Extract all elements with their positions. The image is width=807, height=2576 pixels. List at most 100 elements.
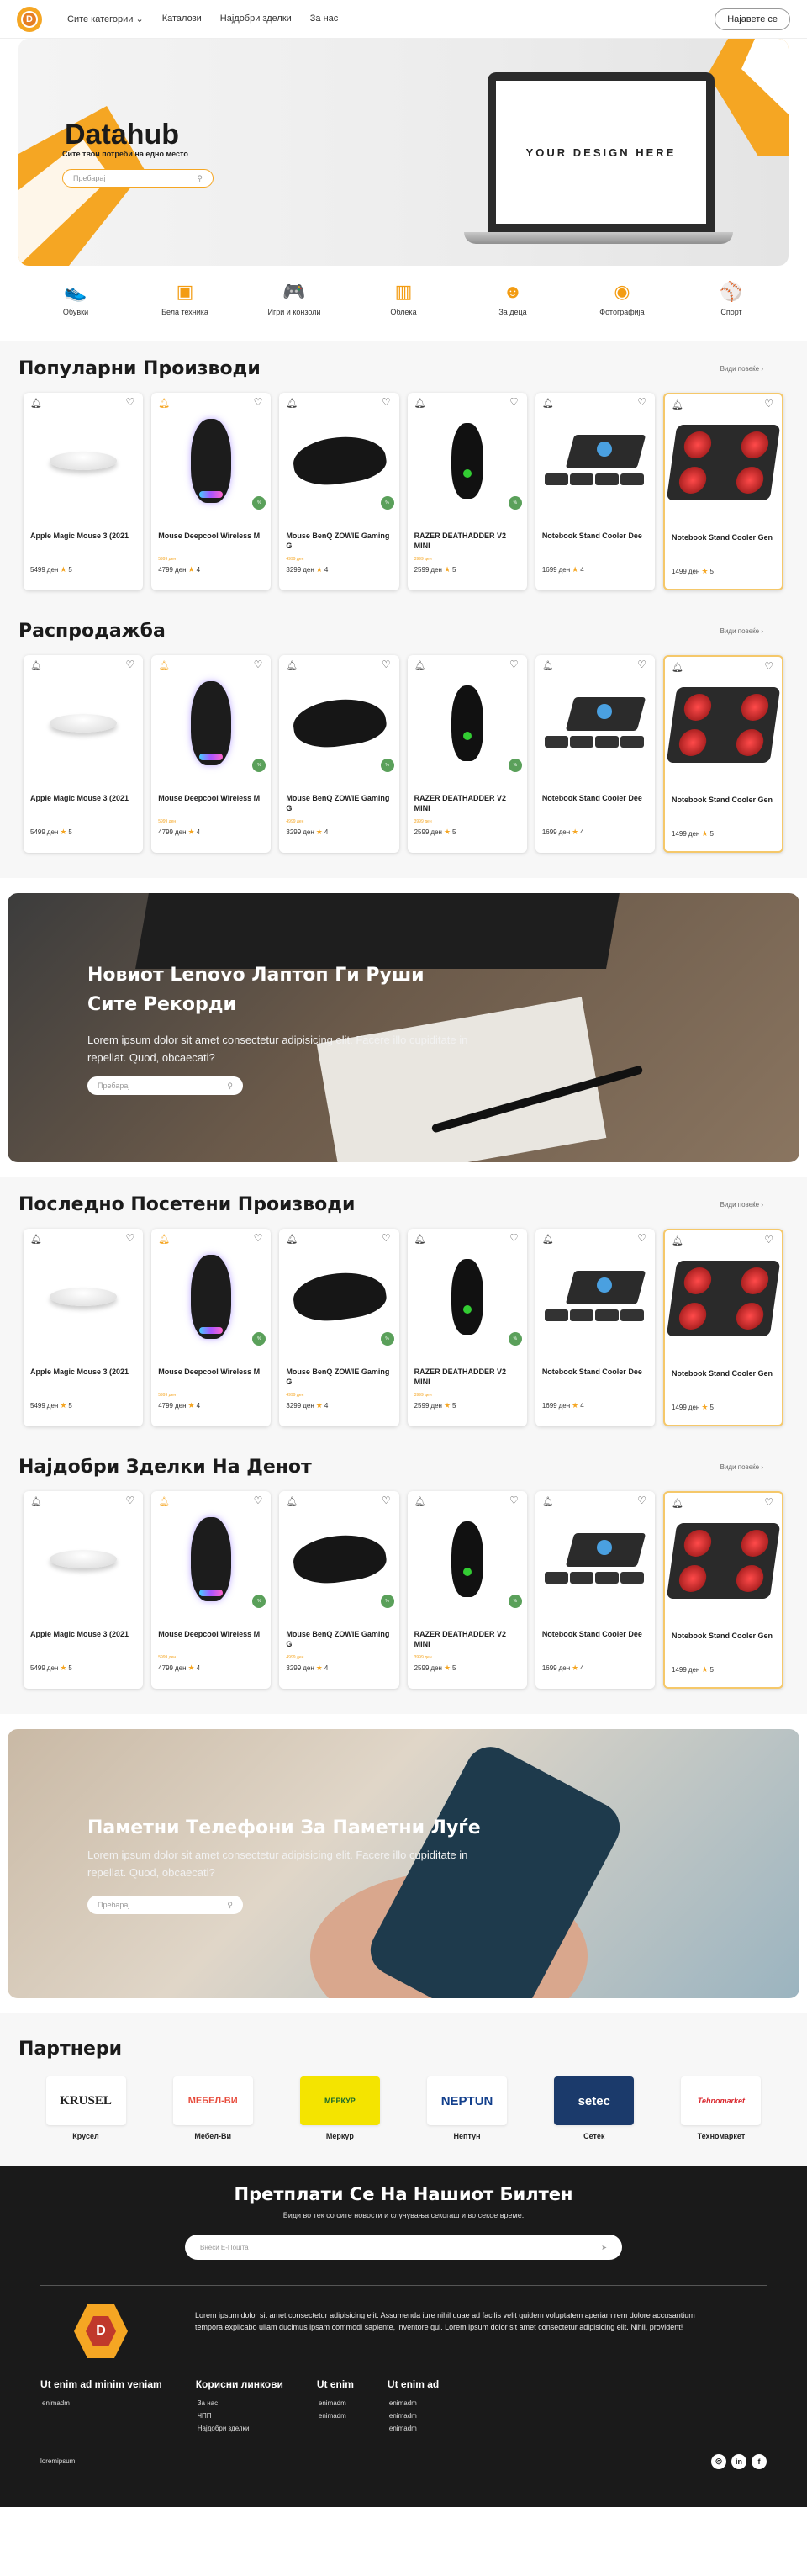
footer-link[interactable]: ЧПП (196, 2409, 283, 2422)
see-more-link[interactable]: Види повеќе › (720, 1463, 763, 1471)
product-card[interactable]: 🔔︎ ♡ Notebook Stand Cooler Dee 1699 ден … (535, 1229, 656, 1426)
search-icon[interactable]: ⚲ (227, 1082, 233, 1091)
product-card[interactable]: 🔔︎ ♡ % Mouse BenQ ZOWIE Gaming G 4999 де… (279, 655, 399, 853)
footer-link[interactable]: enimadm (40, 2397, 162, 2409)
product-card[interactable]: 🔔︎ ♡ Apple Magic Mouse 3 (2021 5499 ден … (24, 1229, 144, 1426)
hero-search-input[interactable]: Пребарај ⚲ (62, 169, 214, 188)
linkedin-icon[interactable]: in (731, 2453, 746, 2469)
see-more-link[interactable]: Види повеќе › (720, 1201, 763, 1209)
product-card[interactable]: 🔔︎ ♡ Notebook Stand Cooler Dee 1699 ден … (535, 1491, 656, 1689)
partner-krusel[interactable]: KRUSEL Крусел (44, 2076, 128, 2140)
facebook-icon[interactable]: f (752, 2453, 767, 2469)
category-shoes[interactable]: 👟 Обувки (42, 281, 109, 326)
category-appliances[interactable]: ▣ Бела техника (151, 281, 219, 326)
product-card[interactable]: 🔔︎ ♡ % Mouse BenQ ZOWIE Gaming G 4999 де… (279, 393, 399, 590)
price-value: 5499 (30, 1664, 45, 1672)
product-card[interactable]: 🔔︎ ♡ Notebook Stand Cooler Dee 1699 ден … (535, 393, 656, 590)
category-kids[interactable]: ☻ За деца (479, 281, 546, 326)
datahub-logo[interactable]: D (17, 6, 42, 32)
product-card[interactable]: 🔔︎ ♡ Notebook Stand Cooler Gen 1499 ден … (663, 1491, 784, 1689)
footer-link[interactable]: enimadm (388, 2409, 439, 2422)
partner-tehnomarket[interactable]: Tehnomarket Техномаркет (679, 2076, 763, 2140)
heart-icon[interactable]: ♡ (637, 659, 646, 670)
banner-search-input[interactable]: Пребарај ⚲ (87, 1076, 243, 1095)
footer-link[interactable]: enimadm (388, 2397, 439, 2409)
price-value: 1699 (541, 828, 557, 836)
product-card[interactable]: 🔔︎ ♡ Apple Magic Mouse 3 (2021 5499 ден … (24, 655, 144, 853)
nav-catalogs[interactable]: Каталози (162, 13, 202, 24)
heart-icon[interactable]: ♡ (254, 396, 263, 408)
product-card[interactable]: 🔔︎ ♡ % RAZER DEATHADDER V2 MINI 3999 ден… (407, 1491, 527, 1689)
product-card[interactable]: 🔔︎ ♡ Notebook Stand Cooler Gen 1499 ден … (663, 393, 784, 590)
heart-icon[interactable]: ♡ (509, 659, 519, 670)
product-card[interactable]: 🔔︎ ♡ % RAZER DEATHADDER V2 MINI 3999 ден… (407, 393, 527, 590)
product-card[interactable]: 🔔︎ ♡ % Mouse Deepcool Wireless M 5999 де… (151, 655, 272, 853)
partner-merkur[interactable]: МЕРКУР Меркур (298, 2076, 382, 2140)
heart-icon[interactable]: ♡ (764, 398, 773, 410)
product-card[interactable]: 🔔︎ ♡ % Mouse Deepcool Wireless M 5999 де… (151, 1229, 272, 1426)
search-icon[interactable]: ⚲ (197, 174, 203, 183)
product-card[interactable]: 🔔︎ ♡ % Mouse BenQ ZOWIE Gaming G 4999 де… (279, 1229, 399, 1426)
laptop-image: YOUR DESIGN HERE (464, 72, 733, 257)
product-card[interactable]: 🔔︎ ♡ % Mouse Deepcool Wireless M 5999 де… (151, 1491, 272, 1689)
product-card[interactable]: 🔔︎ ♡ Notebook Stand Cooler Dee 1699 ден … (535, 655, 656, 853)
nav-best-deals[interactable]: Најдобри зделки (220, 13, 292, 24)
heart-icon[interactable]: ♡ (764, 660, 773, 672)
heart-icon[interactable]: ♡ (637, 1232, 646, 1244)
heart-icon[interactable]: ♡ (509, 1494, 519, 1506)
heart-icon[interactable]: ♡ (254, 1494, 263, 1506)
heart-icon[interactable]: ♡ (764, 1496, 773, 1508)
product-card[interactable]: 🔔︎ ♡ Apple Magic Mouse 3 (2021 5499 ден … (24, 393, 144, 590)
category-sport[interactable]: ⚾ Спорт (698, 281, 765, 326)
heart-icon[interactable]: ♡ (254, 1232, 263, 1244)
category-clothing[interactable]: ▥ Облека (370, 281, 437, 326)
heart-icon[interactable]: ♡ (125, 1494, 134, 1506)
heart-icon[interactable]: ♡ (125, 1232, 134, 1244)
login-button[interactable]: Најавете се (715, 8, 790, 30)
product-card[interactable]: 🔔︎ ♡ Notebook Stand Cooler Gen 1499 ден … (663, 1229, 784, 1426)
product-price: 1699 ден ★ 4 (542, 828, 648, 837)
heart-icon[interactable]: ♡ (637, 396, 646, 408)
heart-icon[interactable]: ♡ (254, 659, 263, 670)
product-card[interactable]: 🔔︎ ♡ Apple Magic Mouse 3 (2021 5499 ден … (24, 1491, 144, 1689)
partner-neptun[interactable]: NEPTUN Нептун (425, 2076, 509, 2140)
heart-icon[interactable]: ♡ (509, 1232, 519, 1244)
heart-icon[interactable]: ♡ (382, 1232, 391, 1244)
heart-icon[interactable]: ♡ (125, 659, 134, 670)
send-icon[interactable]: ➤ (601, 2244, 607, 2251)
heart-icon[interactable]: ♡ (382, 1494, 391, 1506)
navbar: D Сите категории ⌄ Каталози Најдобри зде… (0, 0, 807, 39)
nav-about[interactable]: За нас (310, 13, 339, 24)
footer-link[interactable]: За нас (196, 2397, 283, 2409)
see-more-link[interactable]: Види повеќе › (720, 365, 763, 373)
nav-all-categories[interactable]: Сите категории ⌄ (67, 13, 144, 24)
banner-search-input[interactable]: Пребарај ⚲ (87, 1896, 243, 1914)
heart-icon[interactable]: ♡ (382, 396, 391, 408)
see-more-link[interactable]: Види повеќе › (720, 627, 763, 635)
product-card[interactable]: 🔔︎ ♡ % Mouse BenQ ZOWIE Gaming G 4999 де… (279, 1491, 399, 1689)
footer-link[interactable]: enimadm (388, 2422, 439, 2435)
product-card[interactable]: 🔔︎ ♡ Notebook Stand Cooler Gen 1499 ден … (663, 655, 784, 853)
product-card[interactable]: 🔔︎ ♡ % RAZER DEATHADDER V2 MINI 3999 ден… (407, 655, 527, 853)
price-value: 1699 (541, 1402, 557, 1410)
search-icon[interactable]: ⚲ (227, 1901, 233, 1910)
heart-icon[interactable]: ♡ (637, 1494, 646, 1506)
footer-link[interactable]: Најдобри зделки (196, 2422, 283, 2435)
partner-name: Нептун (453, 2132, 481, 2140)
footer-link[interactable]: enimadm (317, 2409, 354, 2422)
partner-mebel-vi[interactable]: МЕБЕЛ-ВИ Мебел-Ви (171, 2076, 255, 2140)
heart-icon[interactable]: ♡ (509, 396, 519, 408)
heart-icon[interactable]: ♡ (382, 659, 391, 670)
product-card[interactable]: 🔔︎ ♡ % RAZER DEATHADDER V2 MINI 3999 ден… (407, 1229, 527, 1426)
copyright-text: loremipsum (40, 2457, 76, 2466)
category-photo[interactable]: ◉ Фотографија (588, 281, 656, 326)
heart-icon[interactable]: ♡ (125, 396, 134, 408)
product-card[interactable]: 🔔︎ ♡ % Mouse Deepcool Wireless M 5999 де… (151, 393, 272, 590)
partner-setec[interactable]: setec Сетек (552, 2076, 636, 2140)
newsletter-email-input[interactable]: Внеси E-Пошта ➤ (185, 2235, 622, 2260)
footer-link[interactable]: enimadm (317, 2397, 354, 2409)
instagram-icon[interactable]: ◎ (711, 2453, 726, 2469)
product-photo (451, 685, 483, 761)
category-games[interactable]: 🎮 Игри и конзоли (261, 281, 328, 326)
heart-icon[interactable]: ♡ (764, 1234, 773, 1246)
